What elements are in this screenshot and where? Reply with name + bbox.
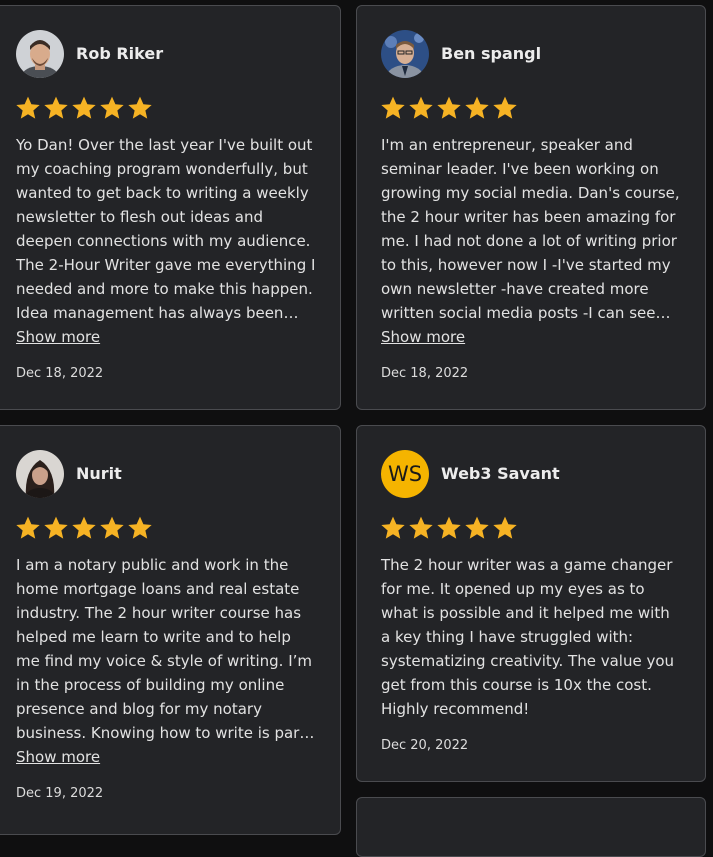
star-icon bbox=[409, 96, 433, 119]
review-date: Dec 18, 2022 bbox=[16, 366, 104, 381]
review-text: I'm an entrepreneur, speaker and seminar… bbox=[381, 136, 680, 322]
star-icon bbox=[44, 516, 68, 539]
star-icon bbox=[72, 516, 96, 539]
review-text: The 2 hour writer was a game changer for… bbox=[381, 556, 675, 718]
star-rating bbox=[14, 514, 154, 542]
review-card bbox=[356, 797, 706, 857]
review-card: Ben spangl I'm an entrepreneur, speaker … bbox=[356, 5, 706, 410]
review-text: Yo Dan! Over the last year I've built ou… bbox=[16, 136, 316, 322]
avatar bbox=[16, 30, 64, 78]
reviewer-name: Web3 Savant bbox=[441, 464, 560, 483]
star-icon bbox=[16, 516, 40, 539]
star-icon bbox=[16, 96, 40, 119]
star-icon bbox=[381, 96, 405, 119]
star-icon bbox=[437, 96, 461, 119]
star-icon bbox=[100, 96, 124, 119]
star-icon bbox=[493, 516, 517, 539]
review-card: Rob Riker Yo Dan! Over the last year I'v… bbox=[0, 5, 341, 410]
star-rating bbox=[379, 514, 519, 542]
review-date: Dec 20, 2022 bbox=[381, 738, 469, 753]
star-icon bbox=[437, 516, 461, 539]
review-card: WS Web3 Savant The 2 hour writer was a g… bbox=[356, 425, 706, 782]
star-icon bbox=[465, 516, 489, 539]
review-text: I am a notary public and work in the hom… bbox=[16, 556, 313, 742]
star-icon bbox=[465, 96, 489, 119]
avatar bbox=[381, 30, 429, 78]
reviewer-name: Nurit bbox=[76, 464, 122, 483]
star-icon bbox=[493, 96, 517, 119]
review-date: Dec 18, 2022 bbox=[381, 366, 469, 381]
star-icon bbox=[44, 96, 68, 119]
star-icon bbox=[409, 516, 433, 539]
avatar bbox=[16, 450, 64, 498]
reviewer-name: Rob Riker bbox=[76, 44, 164, 63]
review-date: Dec 19, 2022 bbox=[16, 786, 104, 801]
show-more-link[interactable]: Show more bbox=[16, 325, 100, 349]
show-more-link[interactable]: Show more bbox=[381, 325, 465, 349]
avatar: WS bbox=[381, 450, 429, 498]
star-rating bbox=[379, 94, 519, 122]
star-icon bbox=[128, 516, 152, 539]
reviewer-name: Ben spangl bbox=[441, 44, 542, 63]
review-card: Nurit I am a notary public and work in t… bbox=[0, 425, 341, 835]
star-icon bbox=[128, 96, 152, 119]
star-icon bbox=[381, 516, 405, 539]
star-icon bbox=[72, 96, 96, 119]
show-more-link[interactable]: Show more bbox=[16, 745, 100, 769]
star-icon bbox=[100, 516, 124, 539]
star-rating bbox=[14, 94, 154, 122]
